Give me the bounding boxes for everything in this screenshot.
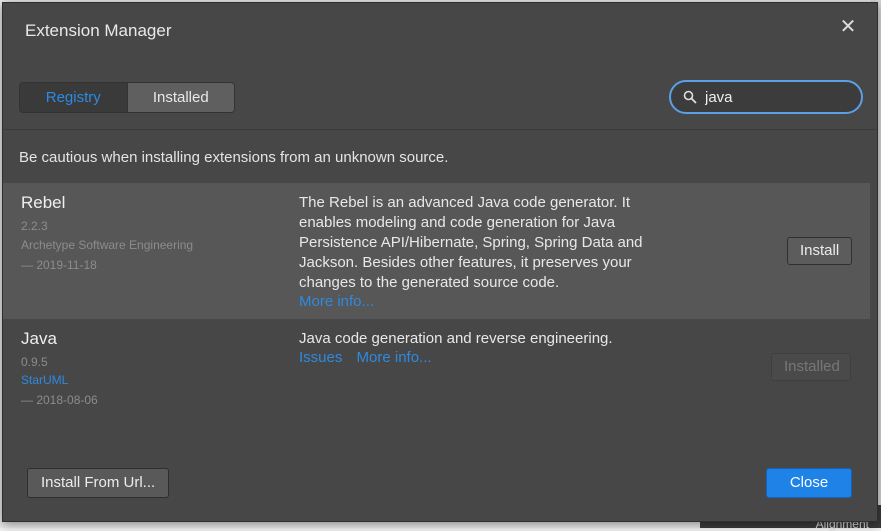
warning-text: Be cautious when installing extensions f… <box>19 149 448 166</box>
extension-author: Archetype Software Engineering <box>21 238 193 252</box>
tab-registry[interactable]: Registry <box>20 83 127 112</box>
extension-name: Java <box>21 329 57 349</box>
extension-manager-dialog: Extension Manager ✕ Registry Installed B… <box>2 2 878 522</box>
extension-links: More info... <box>299 293 384 310</box>
installed-button: Installed <box>771 353 851 381</box>
extension-name: Rebel <box>21 193 65 213</box>
dialog-title: Extension Manager <box>25 21 171 41</box>
extension-links: Issues More info... <box>299 349 442 366</box>
more-info-link[interactable]: More info... <box>357 349 432 366</box>
search-box[interactable] <box>669 80 863 114</box>
issues-link[interactable]: Issues <box>299 349 342 366</box>
extension-version: 0.9.5 <box>21 355 48 369</box>
tab-group: Registry Installed <box>19 82 235 113</box>
extension-row-java: Java 0.9.5 StarUML — 2018-08-06 Java cod… <box>3 319 870 419</box>
more-info-link[interactable]: More info... <box>299 293 374 310</box>
extension-row-rebel: Rebel 2.2.3 Archetype Software Engineeri… <box>3 183 870 319</box>
extension-date: — 2018-08-06 <box>21 393 98 407</box>
divider <box>3 129 877 130</box>
extension-version: 2.2.3 <box>21 219 48 233</box>
extension-author-link[interactable]: StarUML <box>21 373 68 387</box>
extension-date: — 2019-11-18 <box>21 258 97 272</box>
close-button[interactable]: Close <box>766 468 852 498</box>
close-icon[interactable]: ✕ <box>837 16 859 38</box>
extension-description: Java code generation and reverse enginee… <box>299 329 659 349</box>
install-button[interactable]: Install <box>787 237 852 265</box>
extension-description: The Rebel is an advanced Java code gener… <box>299 193 659 293</box>
search-input[interactable] <box>705 89 845 106</box>
tab-installed[interactable]: Installed <box>127 83 235 112</box>
install-from-url-button[interactable]: Install From Url... <box>27 468 169 498</box>
search-icon <box>683 90 697 104</box>
